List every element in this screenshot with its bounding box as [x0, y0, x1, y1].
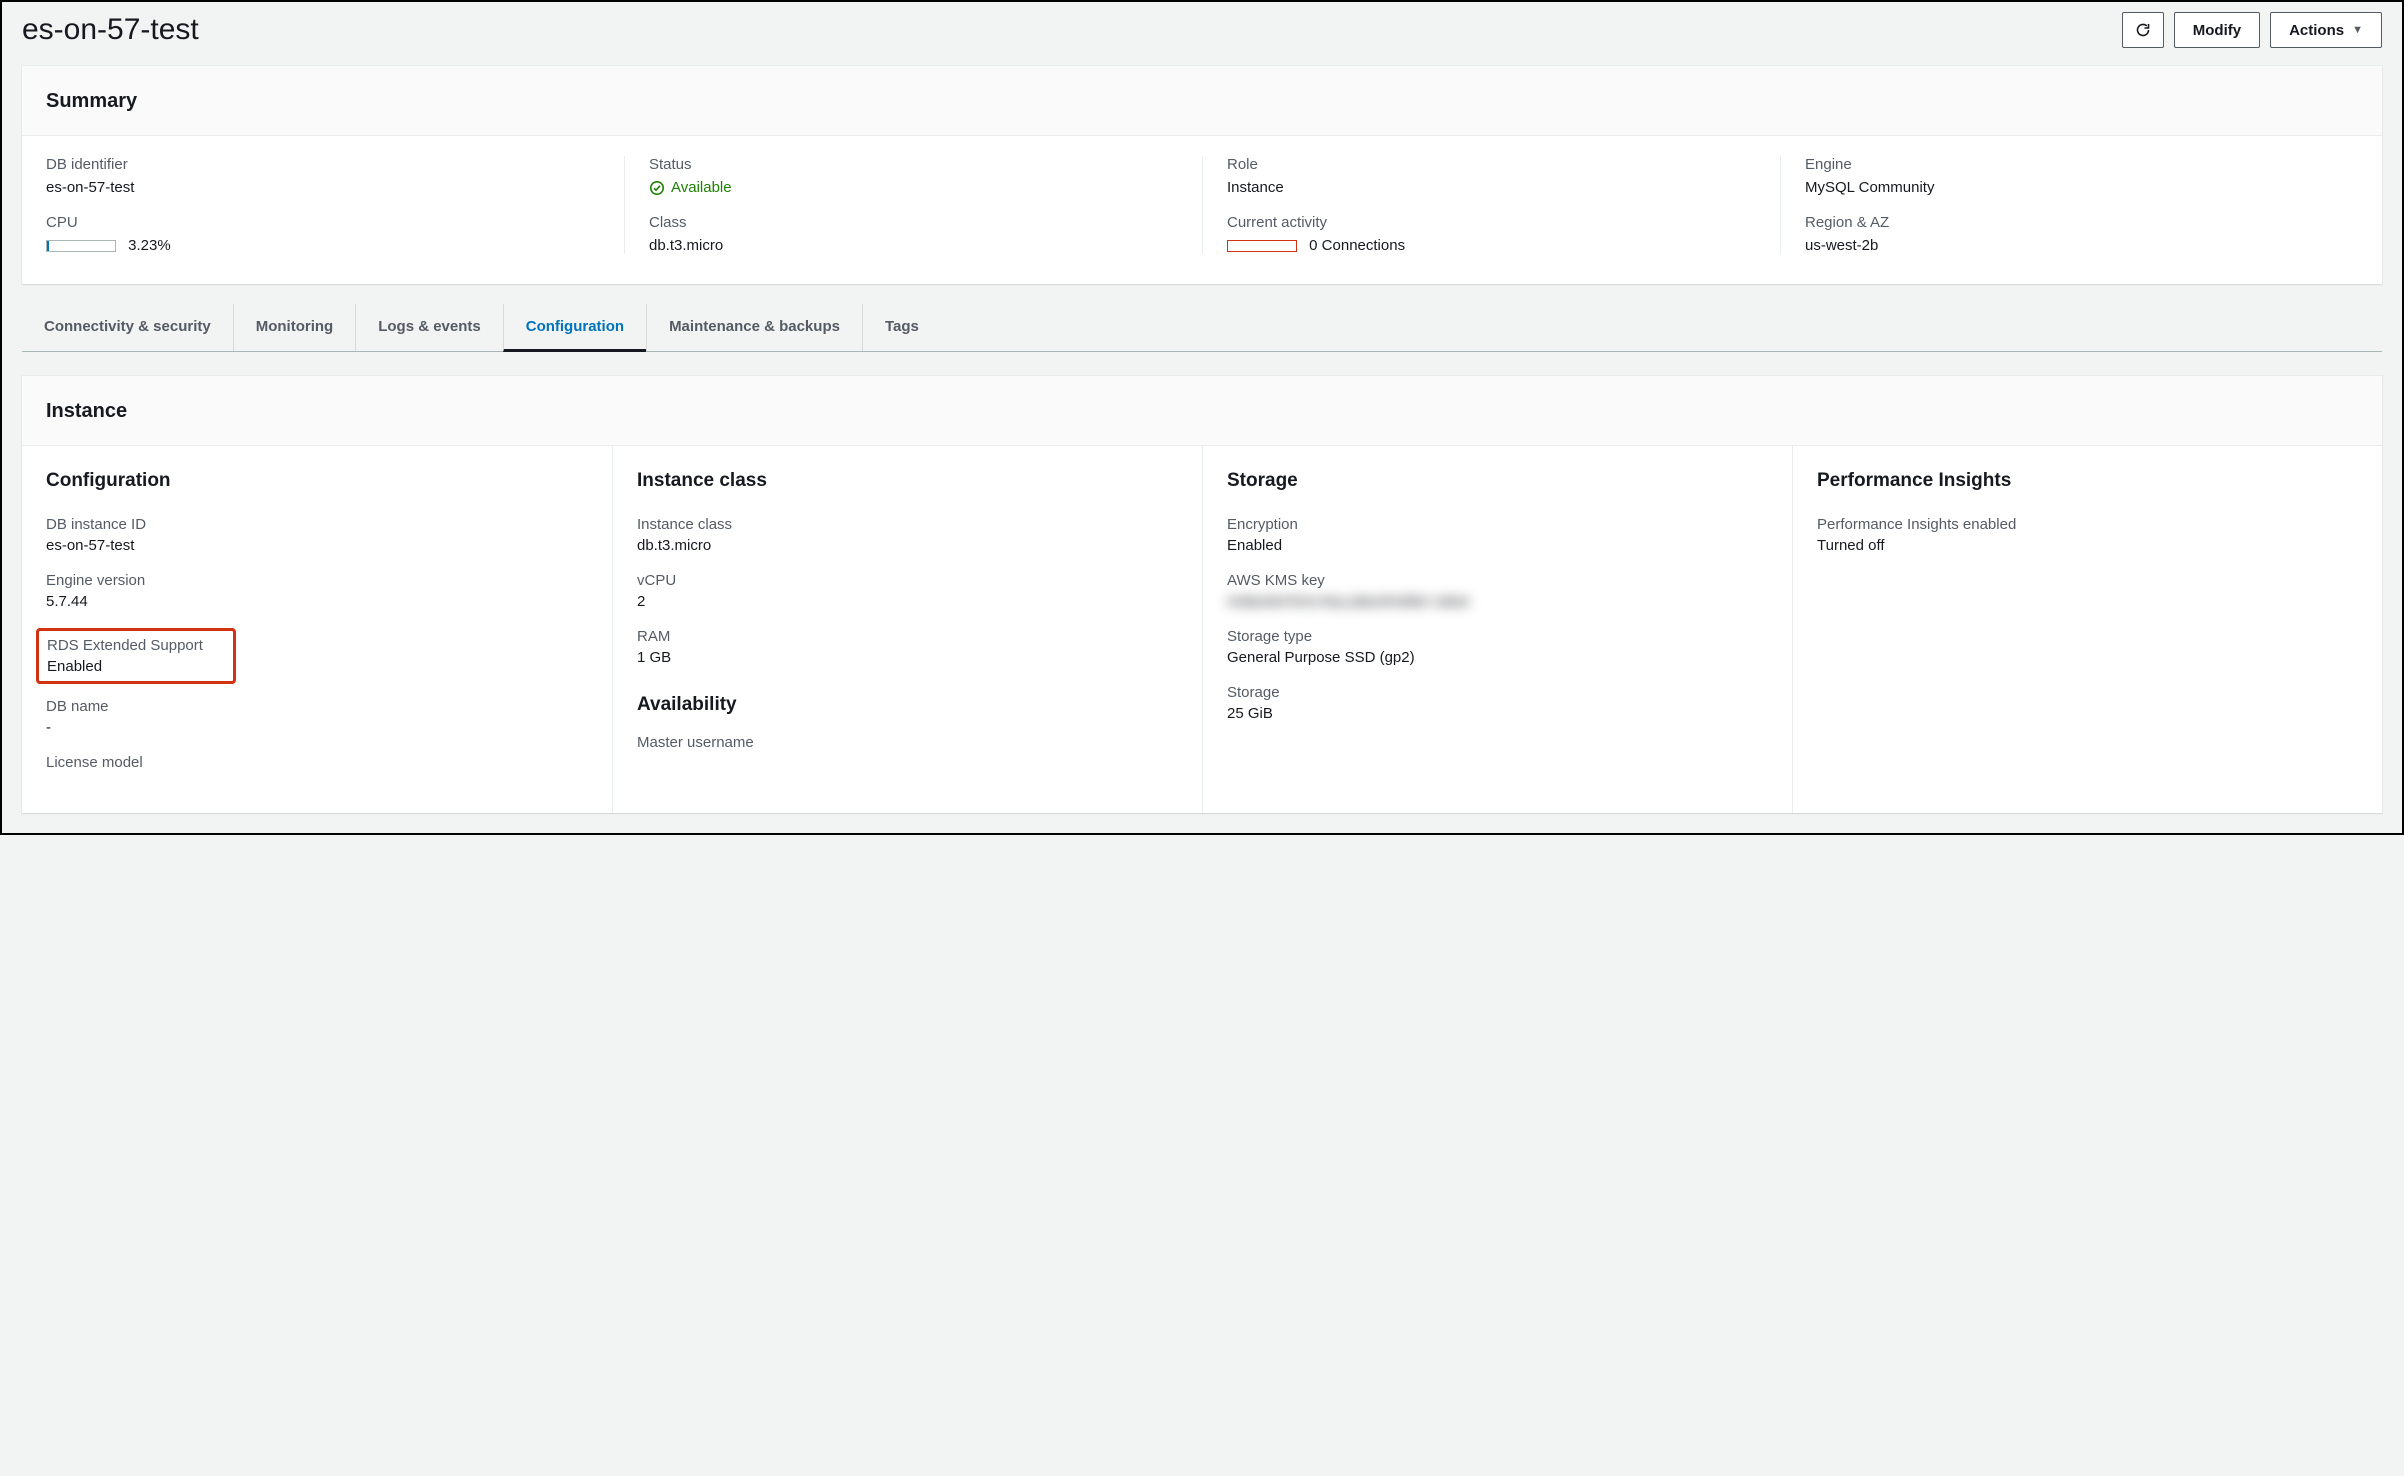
- status-label: Status: [649, 156, 1178, 173]
- instance-heading: Instance: [46, 400, 2358, 423]
- availability-heading: Availability: [637, 694, 1178, 716]
- storage-size-value: 25 GiB: [1227, 705, 1768, 722]
- status-value-row: Available: [649, 179, 1178, 196]
- engine-label: Engine: [1805, 156, 2334, 173]
- instance-panel: Instance Configuration DB instance ID es…: [22, 376, 2382, 813]
- region-label: Region & AZ: [1805, 214, 2334, 231]
- pi-enabled-label: Performance Insights enabled: [1817, 516, 2358, 533]
- performance-column: Performance Insights Performance Insight…: [1792, 446, 2382, 813]
- db-name-value: -: [46, 719, 588, 736]
- activity-value: 0 Connections: [1309, 237, 1405, 254]
- role-label: Role: [1227, 156, 1756, 173]
- rds-ext-support-label: RDS Extended Support: [47, 637, 225, 654]
- summary-panel: Summary DB identifier es-on-57-test CPU …: [22, 66, 2382, 284]
- tab-monitoring[interactable]: Monitoring: [233, 304, 355, 351]
- license-model-label: License model: [46, 754, 588, 771]
- role-value: Instance: [1227, 179, 1756, 196]
- actions-button[interactable]: Actions ▼: [2270, 12, 2382, 48]
- ram-label: RAM: [637, 628, 1178, 645]
- summary-header: Summary: [22, 66, 2382, 136]
- summary-col-1: DB identifier es-on-57-test CPU 3.23%: [46, 156, 624, 254]
- vcpu-label: vCPU: [637, 572, 1178, 589]
- refresh-icon: [2135, 22, 2151, 38]
- activity-meter: [1227, 240, 1297, 252]
- rds-ext-support-value: Enabled: [47, 658, 225, 675]
- summary-heading: Summary: [46, 90, 2358, 113]
- master-username-label: Master username: [637, 734, 1178, 751]
- summary-col-4: Engine MySQL Community Region & AZ us-we…: [1780, 156, 2358, 254]
- actions-label: Actions: [2289, 22, 2344, 39]
- kms-value: redacted-kms-key-placeholder-value: [1227, 593, 1768, 610]
- pi-enabled-value: Turned off: [1817, 537, 2358, 554]
- tab-tags[interactable]: Tags: [862, 304, 941, 351]
- page-title: es-on-57-test: [22, 13, 199, 47]
- modify-label: Modify: [2193, 22, 2241, 39]
- tab-maintenance[interactable]: Maintenance & backups: [646, 304, 862, 351]
- kms-label: AWS KMS key: [1227, 572, 1768, 589]
- storage-size-label: Storage: [1227, 684, 1768, 701]
- header-actions: Modify Actions ▼: [2122, 12, 2382, 48]
- summary-col-2: Status Available Class db.t3.micro: [624, 156, 1202, 254]
- tab-logs-events[interactable]: Logs & events: [355, 304, 503, 351]
- engine-value: MySQL Community: [1805, 179, 2334, 196]
- vcpu-value: 2: [637, 593, 1178, 610]
- db-instance-id-label: DB instance ID: [46, 516, 588, 533]
- activity-label: Current activity: [1227, 214, 1756, 231]
- refresh-button[interactable]: [2122, 12, 2164, 48]
- caret-down-icon: ▼: [2352, 24, 2363, 36]
- status-ok-icon: [649, 180, 665, 196]
- class-label: Class: [649, 214, 1178, 231]
- tabs: Connectivity & security Monitoring Logs …: [22, 304, 2382, 352]
- cpu-value: 3.23%: [128, 237, 171, 254]
- performance-heading: Performance Insights: [1817, 470, 2358, 492]
- configuration-column: Configuration DB instance ID es-on-57-te…: [22, 446, 612, 813]
- db-name-label: DB name: [46, 698, 588, 715]
- db-identifier-label: DB identifier: [46, 156, 600, 173]
- db-instance-id-value: es-on-57-test: [46, 537, 588, 554]
- modify-button[interactable]: Modify: [2174, 12, 2260, 48]
- encryption-label: Encryption: [1227, 516, 1768, 533]
- rds-extended-support-highlight: RDS Extended Support Enabled: [36, 628, 236, 684]
- cpu-meter: [46, 240, 116, 252]
- region-value: us-west-2b: [1805, 237, 2334, 254]
- encryption-value: Enabled: [1227, 537, 1768, 554]
- class-value: db.t3.micro: [649, 237, 1178, 254]
- cpu-value-row: 3.23%: [46, 237, 600, 254]
- storage-type-label: Storage type: [1227, 628, 1768, 645]
- storage-column: Storage Encryption Enabled AWS KMS key r…: [1202, 446, 1792, 813]
- activity-value-row: 0 Connections: [1227, 237, 1756, 254]
- instance-class-value: db.t3.micro: [637, 537, 1178, 554]
- instance-class-heading: Instance class: [637, 470, 1178, 492]
- cpu-label: CPU: [46, 214, 600, 231]
- engine-version-value: 5.7.44: [46, 593, 588, 610]
- storage-type-value: General Purpose SSD (gp2): [1227, 649, 1768, 666]
- tab-configuration[interactable]: Configuration: [503, 304, 646, 352]
- status-value: Available: [671, 179, 732, 196]
- ram-value: 1 GB: [637, 649, 1178, 666]
- configuration-heading: Configuration: [46, 470, 588, 492]
- tab-connectivity[interactable]: Connectivity & security: [22, 304, 233, 351]
- summary-col-3: Role Instance Current activity 0 Connect…: [1202, 156, 1780, 254]
- instance-class-column: Instance class Instance class db.t3.micr…: [612, 446, 1202, 813]
- storage-heading: Storage: [1227, 470, 1768, 492]
- instance-header: Instance: [22, 376, 2382, 446]
- instance-class-label: Instance class: [637, 516, 1178, 533]
- db-identifier-value: es-on-57-test: [46, 179, 600, 196]
- engine-version-label: Engine version: [46, 572, 588, 589]
